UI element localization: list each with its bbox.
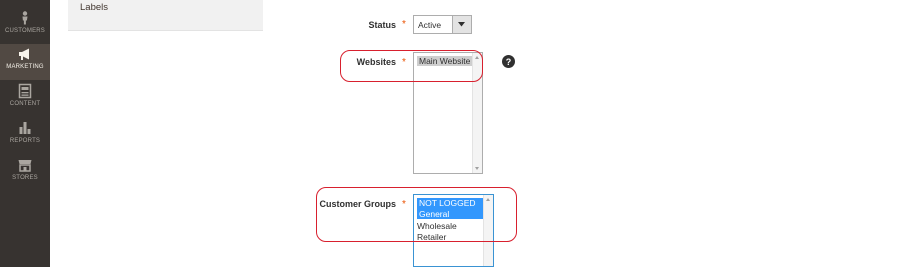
sidebar-item-label: STORES: [12, 175, 38, 181]
required-marker: *: [402, 199, 406, 210]
scroll-up-icon[interactable]: [486, 198, 490, 201]
customer-groups-scrollbar[interactable]: [483, 195, 493, 266]
sidebar-item-stores[interactable]: STORES: [0, 155, 50, 191]
sidebar-item-content[interactable]: CONTENT: [0, 81, 50, 117]
status-select-toggle[interactable]: [452, 16, 471, 33]
websites-scrollbar[interactable]: [472, 53, 482, 173]
sidebar-item-label: MARKETING: [6, 64, 44, 70]
sidebar-item-label: REPORTS: [9, 138, 41, 144]
websites-option[interactable]: Main Website: [417, 56, 473, 66]
required-marker: *: [402, 19, 406, 30]
status-select-value: Active: [418, 20, 442, 30]
customer-groups-multiselect[interactable]: NOT LOGGED IN General Wholesale Retailer: [413, 194, 494, 267]
customer-groups-label: Customer Groups: [319, 199, 396, 209]
chevron-down-icon: [458, 22, 465, 27]
admin-sidebar: CUSTOMERS MARKETING CONTENT REPORTS STOR…: [0, 0, 50, 267]
sidebar-item-customers[interactable]: CUSTOMERS: [0, 8, 50, 44]
status-label: Status: [368, 20, 396, 30]
rule-information-panel: Labels: [68, 0, 263, 31]
sidebar-item-label: CUSTOMERS: [4, 28, 46, 34]
stores-icon: [18, 160, 32, 172]
marketing-icon: [19, 48, 29, 60]
scroll-up-icon[interactable]: [475, 56, 479, 59]
customer-group-option[interactable]: General: [417, 209, 485, 219]
customer-group-option[interactable]: Wholesale: [417, 221, 457, 231]
tab-labels[interactable]: Labels: [80, 2, 108, 13]
sidebar-item-reports[interactable]: REPORTS: [0, 118, 50, 154]
sidebar-item-marketing[interactable]: MARKETING: [0, 44, 50, 80]
customer-group-option[interactable]: Retailer: [417, 232, 446, 242]
reports-icon: [19, 122, 31, 134]
websites-multiselect[interactable]: Main Website: [413, 52, 483, 174]
help-icon[interactable]: ?: [502, 55, 515, 68]
status-select[interactable]: Active: [413, 15, 472, 34]
websites-label: Websites: [356, 57, 396, 67]
content-icon: [18, 83, 32, 99]
customers-icon: [22, 11, 28, 25]
sidebar-item-label: CONTENT: [9, 101, 41, 107]
scroll-down-icon[interactable]: [475, 167, 479, 170]
required-marker: *: [402, 57, 406, 68]
